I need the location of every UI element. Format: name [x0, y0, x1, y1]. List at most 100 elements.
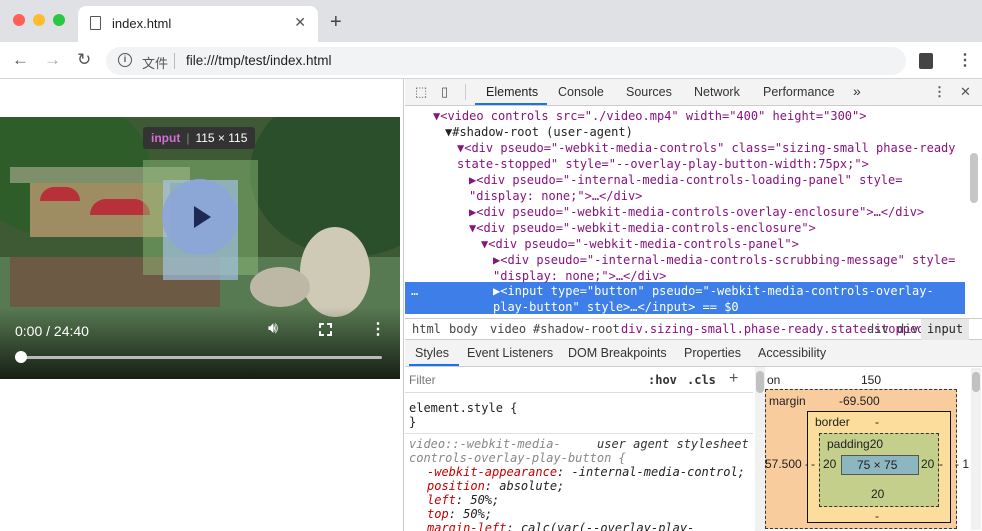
- scene-umbrella: [40, 187, 80, 201]
- tab-console[interactable]: Console: [558, 85, 604, 99]
- device-toolbar-icon[interactable]: ▯: [441, 84, 448, 100]
- border-right-value[interactable]: -: [939, 457, 943, 471]
- video-player[interactable]: input | 115 × 115 0:00 / 24:40 🔊︎ ⋮: [0, 117, 400, 379]
- rule-selector: controls-overlay-play-button {: [409, 451, 626, 465]
- css-property[interactable]: margin-left: [427, 521, 506, 531]
- dom-node-selected: play-button" style>…</input> == $0: [493, 300, 739, 314]
- rule-selector: video::-webkit-media-: [409, 437, 561, 451]
- inspect-element-icon[interactable]: ⬚: [415, 84, 427, 100]
- tab-network[interactable]: Network: [694, 85, 740, 99]
- close-window-button[interactable]: [13, 14, 25, 26]
- video-timeline[interactable]: [20, 356, 382, 359]
- video-time: 0:00 / 24:40: [15, 323, 89, 339]
- dom-node[interactable]: ▼<div pseudo="-webkit-media-controls-enc…: [469, 220, 816, 236]
- dom-node-selected[interactable]: ▶<input type="button" pseudo="-webkit-me…: [493, 283, 934, 299]
- content-size[interactable]: 75 × 75: [857, 458, 897, 472]
- breadcrumb-item-current[interactable]: input: [921, 319, 970, 340]
- elements-tree: … ▼<video controls src="./video.mp4" wid…: [405, 106, 982, 318]
- browser-menu-icon[interactable]: ⋮: [957, 50, 973, 70]
- margin-left-value[interactable]: 57.500: [765, 457, 802, 471]
- css-property[interactable]: top: [427, 507, 449, 521]
- margin-top-value[interactable]: -69.500: [839, 394, 880, 408]
- clipboard-extension-icon[interactable]: [919, 53, 933, 69]
- dom-node[interactable]: ▶<div pseudo="-webkit-media-controls-ove…: [469, 204, 924, 220]
- tab-title: index.html: [112, 16, 172, 31]
- subtab-dom-breakpoints[interactable]: DOM Breakpoints: [568, 346, 667, 360]
- volume-icon[interactable]: 🔊︎: [268, 320, 278, 338]
- subtab-properties[interactable]: Properties: [684, 346, 741, 360]
- close-tab-icon[interactable]: ✕: [294, 14, 306, 31]
- devtools-menu-icon[interactable]: ⋮: [933, 84, 946, 100]
- browser-toolbar: ← → ↻ i 文件 file:///tmp/test/index.html ⋮: [0, 42, 982, 79]
- browser-tab[interactable]: index.html ✕: [78, 6, 318, 42]
- more-options-icon[interactable]: ⋮: [370, 319, 386, 339]
- breadcrumb-item[interactable]: body: [449, 322, 478, 336]
- subtab-event-listeners[interactable]: Event Listeners: [467, 346, 553, 360]
- breadcrumb-item[interactable]: #shadow-root: [533, 322, 620, 336]
- subtab-styles[interactable]: Styles: [415, 346, 449, 360]
- url-text[interactable]: file:///tmp/test/index.html: [186, 53, 332, 68]
- dom-node[interactable]: ▼<div pseudo="-webkit-media-controls-pan…: [481, 236, 799, 252]
- tab-divider: [465, 84, 466, 100]
- reload-icon[interactable]: ↻: [77, 50, 91, 70]
- styles-scrollbar[interactable]: [755, 367, 765, 531]
- maximize-window-button[interactable]: [53, 14, 65, 26]
- styles-filter-input[interactable]: [409, 371, 639, 389]
- tab-performance[interactable]: Performance: [763, 85, 835, 99]
- breadcrumb-item[interactable]: video: [490, 322, 526, 336]
- dom-node[interactable]: ▶<div pseudo="-internal-media-controls-s…: [493, 252, 955, 268]
- cls-button[interactable]: .cls: [687, 373, 716, 387]
- margin-right-value[interactable]: - 1: [955, 457, 969, 471]
- css-property[interactable]: -webkit-appearance: [427, 465, 557, 479]
- box-model-scrollbar[interactable]: [971, 368, 981, 530]
- css-property[interactable]: position: [427, 479, 485, 493]
- breadcrumb: html body video #shadow-root div.sizing-…: [405, 318, 982, 340]
- padding-bottom-value[interactable]: 20: [871, 487, 884, 501]
- more-tabs-button[interactable]: »: [853, 83, 861, 99]
- css-value[interactable]: 50%;: [463, 507, 492, 521]
- rule-close-brace: }: [409, 415, 417, 429]
- padding-right-value[interactable]: 20: [921, 457, 934, 471]
- element-style-rule[interactable]: element.style {: [409, 401, 517, 416]
- dom-node[interactable]: ▼<video controls src="./video.mp4" width…: [433, 108, 866, 124]
- minimize-window-button[interactable]: [33, 14, 45, 26]
- dom-node[interactable]: ▼#shadow-root (user-agent): [445, 124, 633, 140]
- timeline-thumb[interactable]: [15, 351, 27, 363]
- back-arrow-icon[interactable]: ←: [12, 50, 29, 70]
- breadcrumb-item[interactable]: div: [897, 322, 919, 336]
- tab-sources[interactable]: Sources: [626, 85, 672, 99]
- file-icon: [90, 16, 101, 30]
- close-devtools-icon[interactable]: ✕: [960, 84, 971, 100]
- scene-rock: [250, 267, 310, 307]
- forward-arrow-icon[interactable]: →: [44, 50, 61, 70]
- active-subtab-indicator: [409, 364, 459, 366]
- breadcrumb-item[interactable]: html: [412, 322, 441, 336]
- rule-source[interactable]: user agent stylesheet: [597, 437, 749, 452]
- tab-elements[interactable]: Elements: [486, 85, 538, 99]
- position-label: on: [767, 373, 781, 387]
- border-left-value[interactable]: -: [811, 457, 815, 471]
- border-top-value[interactable]: -: [875, 415, 879, 429]
- hov-button[interactable]: :hov: [648, 373, 677, 387]
- css-value[interactable]: -internal-media-control;: [572, 465, 745, 479]
- css-value[interactable]: absolute;: [499, 479, 564, 493]
- subtab-accessibility[interactable]: Accessibility: [758, 346, 826, 360]
- dom-node: "display: none;">…</div>: [469, 189, 643, 203]
- css-property[interactable]: left: [427, 493, 456, 507]
- border-bottom-value[interactable]: -: [875, 509, 879, 523]
- elements-scrollbar[interactable]: [970, 153, 978, 203]
- css-value[interactable]: 50%;: [470, 493, 499, 507]
- border-label: border: [815, 415, 850, 429]
- padding-left-value[interactable]: 20: [823, 457, 836, 471]
- omnibox[interactable]: i 文件 file:///tmp/test/index.html: [106, 47, 906, 75]
- css-value[interactable]: calc(var(--overlay-play-: [521, 521, 694, 531]
- new-style-rule-button[interactable]: +: [729, 370, 738, 388]
- new-tab-icon[interactable]: +: [330, 11, 342, 34]
- info-icon[interactable]: i: [118, 53, 132, 67]
- rule-divider: [405, 433, 753, 434]
- position-top-value[interactable]: 150: [861, 373, 881, 387]
- breadcrumb-item[interactable]: div: [867, 322, 889, 336]
- dom-node[interactable]: ▼<div pseudo="-webkit-media-controls" cl…: [457, 140, 956, 156]
- fullscreen-icon[interactable]: [319, 323, 332, 336]
- dom-node[interactable]: ▶<div pseudo="-internal-media-controls-l…: [469, 172, 902, 188]
